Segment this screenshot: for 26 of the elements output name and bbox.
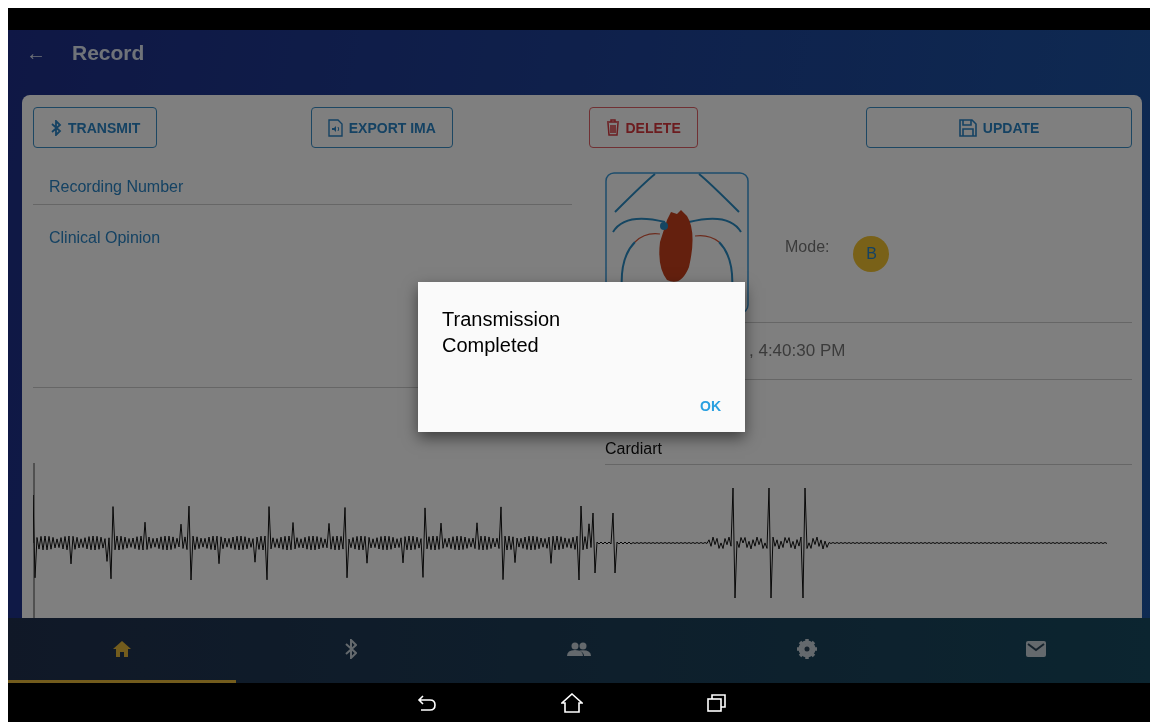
bluetooth-icon: [50, 119, 62, 136]
page-title: Record: [72, 40, 145, 66]
people-icon: [567, 642, 591, 656]
field-label: Recording Number: [49, 178, 184, 195]
home-icon: [113, 641, 132, 657]
home-outline-icon[interactable]: [561, 692, 583, 713]
update-button[interactable]: UPDATE: [866, 107, 1132, 148]
dialog-title: Transmission Completed: [442, 307, 562, 358]
trash-icon: [605, 119, 620, 136]
detail-value: Cardiart: [605, 440, 662, 458]
save-icon: [958, 118, 977, 137]
bluetooth-icon: [344, 639, 357, 659]
audio-file-icon: [327, 118, 343, 137]
field-label: Clinical Opinion: [49, 229, 161, 246]
back-button[interactable]: ←: [26, 40, 46, 66]
transmit-button[interactable]: TRANSMIT: [33, 107, 158, 148]
ok-button[interactable]: OK: [692, 392, 729, 420]
mode-badge: B: [853, 236, 890, 272]
recent-apps-icon[interactable]: [707, 693, 727, 712]
delete-button[interactable]: DELETE: [588, 107, 698, 148]
mode-label: Mode:: [785, 238, 830, 256]
mail-icon: [1025, 641, 1046, 657]
export-button[interactable]: EXPORT IMA: [310, 107, 453, 148]
detail-value: , 4:40:30 PM: [749, 341, 846, 361]
back-icon[interactable]: [417, 693, 437, 712]
settings-icon: [797, 639, 818, 659]
